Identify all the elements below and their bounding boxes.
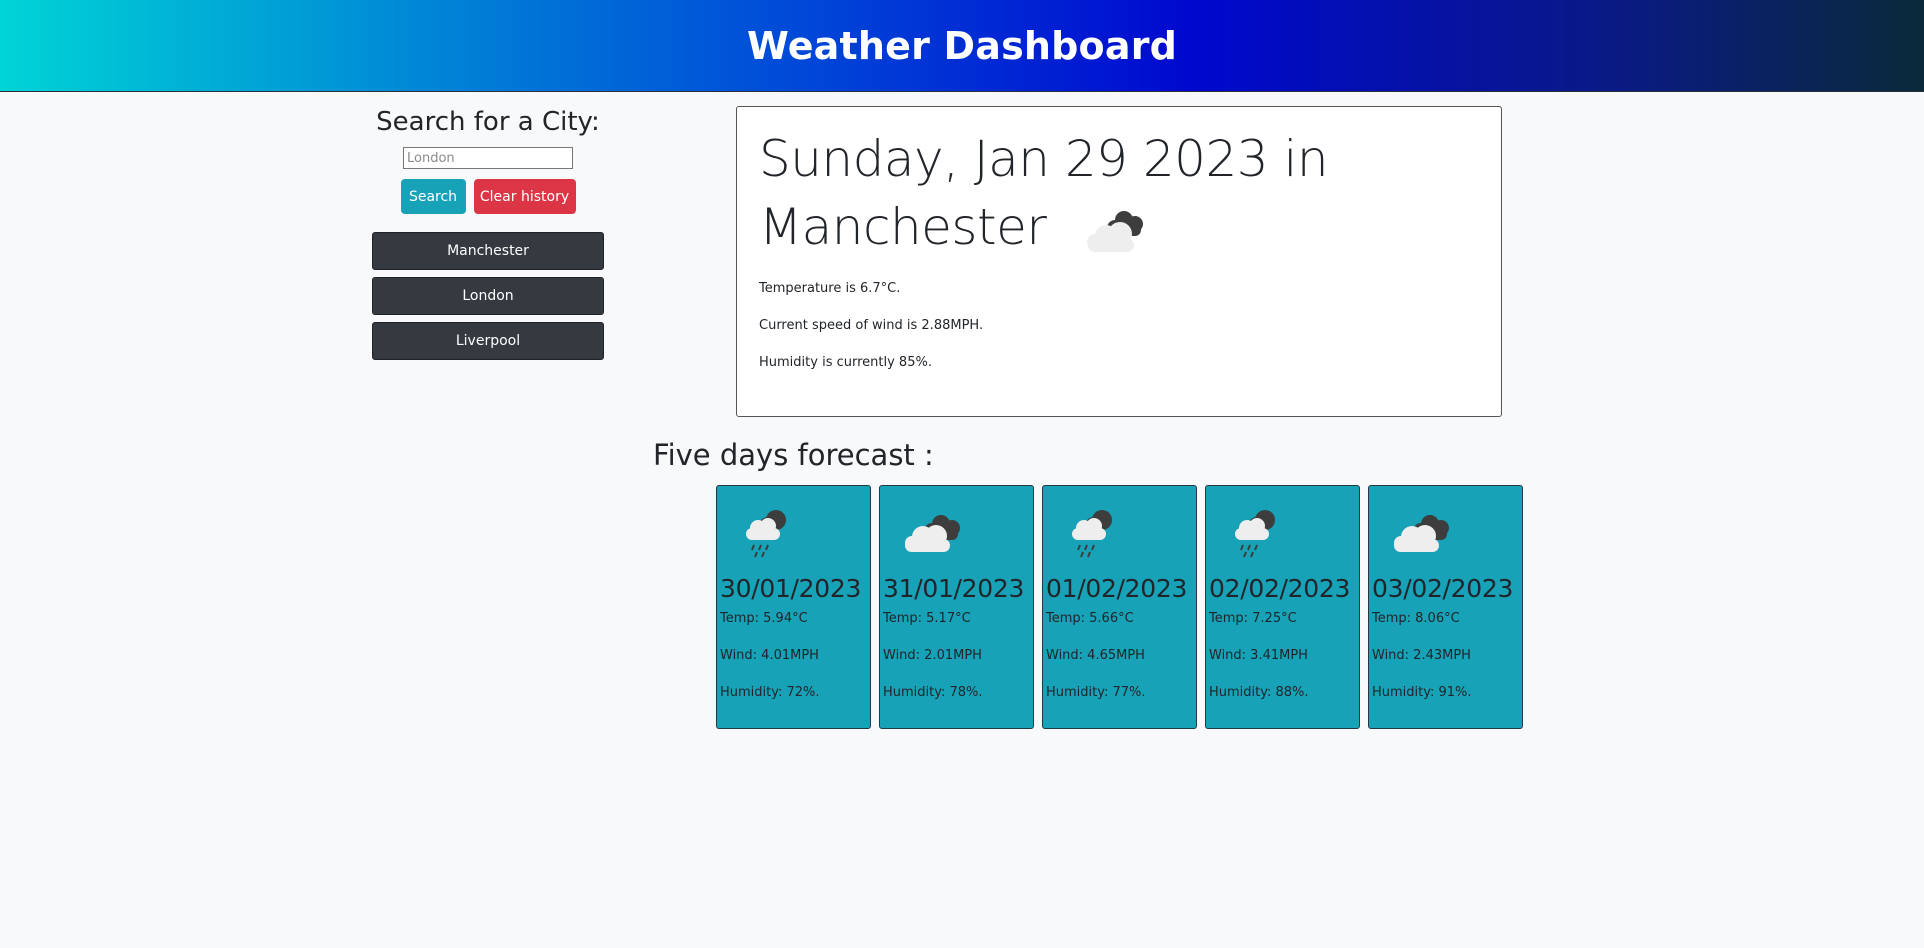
forecast-humidity: Humidity: 72%. xyxy=(720,685,820,700)
forecast-card: 01/02/2023 Temp: 5.66°C Wind: 4.65MPH Hu… xyxy=(1042,485,1197,729)
forecast-humidity: Humidity: 91%. xyxy=(1372,685,1472,700)
page-header: Weather Dashboard xyxy=(0,0,1924,92)
forecast-card: 31/01/2023 Temp: 5.17°C Wind: 2.01MPH Hu… xyxy=(879,485,1034,729)
forecast-temp: Temp: 8.06°C xyxy=(1372,611,1460,626)
forecast-wind: Wind: 4.65MPH xyxy=(1046,648,1145,663)
forecast-title: Five days forecast : xyxy=(653,438,934,472)
forecast-wind: Wind: 2.43MPH xyxy=(1372,648,1471,663)
search-buttons: Search Clear history xyxy=(372,179,604,214)
search-panel: Search for a City: Search Clear history … xyxy=(372,104,604,367)
forecast-humidity: Humidity: 77%. xyxy=(1046,685,1146,700)
history-city-button[interactable]: London xyxy=(372,277,604,315)
cloudy-icon xyxy=(1086,210,1143,252)
current-temperature: Temperature is 6.7°C. xyxy=(759,281,901,296)
forecast-wind: Wind: 2.01MPH xyxy=(883,648,982,663)
forecast-humidity: Humidity: 78%. xyxy=(883,685,983,700)
cloudy-icon xyxy=(905,515,960,552)
cloudy-icon xyxy=(1394,515,1449,552)
rain-icon xyxy=(1072,510,1112,558)
current-humidity: Humidity is currently 85%. xyxy=(759,355,932,370)
history-city-button[interactable]: Manchester xyxy=(372,232,604,270)
forecast-temp: Temp: 5.17°C xyxy=(883,611,971,626)
current-date-text: Sunday, Jan 29 2023 in xyxy=(759,130,1329,188)
history-city-button[interactable]: Liverpool xyxy=(372,322,604,360)
forecast-date: 31/01/2023 xyxy=(883,574,1025,603)
forecast-wind: Wind: 4.01MPH xyxy=(720,648,819,663)
forecast-list: 30/01/2023 Temp: 5.94°C Wind: 4.01MPH Hu… xyxy=(716,485,1523,729)
forecast-date: 02/02/2023 xyxy=(1209,574,1351,603)
forecast-date: 01/02/2023 xyxy=(1046,574,1188,603)
search-title: Search for a City: xyxy=(376,107,600,137)
forecast-wind: Wind: 3.41MPH xyxy=(1209,648,1308,663)
forecast-date: 03/02/2023 xyxy=(1372,574,1514,603)
forecast-card: 02/02/2023 Temp: 7.25°C Wind: 3.41MPH Hu… xyxy=(1205,485,1360,729)
clear-history-button[interactable]: Clear history xyxy=(473,179,576,214)
city-search-input[interactable] xyxy=(403,147,573,169)
rain-icon xyxy=(1235,510,1275,558)
forecast-temp: Temp: 5.66°C xyxy=(1046,611,1134,626)
forecast-card: 03/02/2023 Temp: 8.06°C Wind: 2.43MPH Hu… xyxy=(1368,485,1523,729)
current-weather-card: Sunday, Jan 29 2023 in Manchester Temper… xyxy=(736,106,1502,417)
current-city-text: Manchester xyxy=(759,198,1047,256)
forecast-temp: Temp: 7.25°C xyxy=(1209,611,1297,626)
forecast-card: 30/01/2023 Temp: 5.94°C Wind: 4.01MPH Hu… xyxy=(716,485,871,729)
search-history: Manchester London Liverpool xyxy=(372,232,604,360)
current-weather-heading: Sunday, Jan 29 2023 in Manchester xyxy=(759,125,1479,261)
forecast-humidity: Humidity: 88%. xyxy=(1209,685,1309,700)
search-button[interactable]: Search xyxy=(400,179,466,214)
rain-icon xyxy=(746,510,786,558)
forecast-date: 30/01/2023 xyxy=(720,574,862,603)
forecast-temp: Temp: 5.94°C xyxy=(720,611,808,626)
page-title: Weather Dashboard xyxy=(746,23,1178,68)
current-wind: Current speed of wind is 2.88MPH. xyxy=(759,318,984,333)
